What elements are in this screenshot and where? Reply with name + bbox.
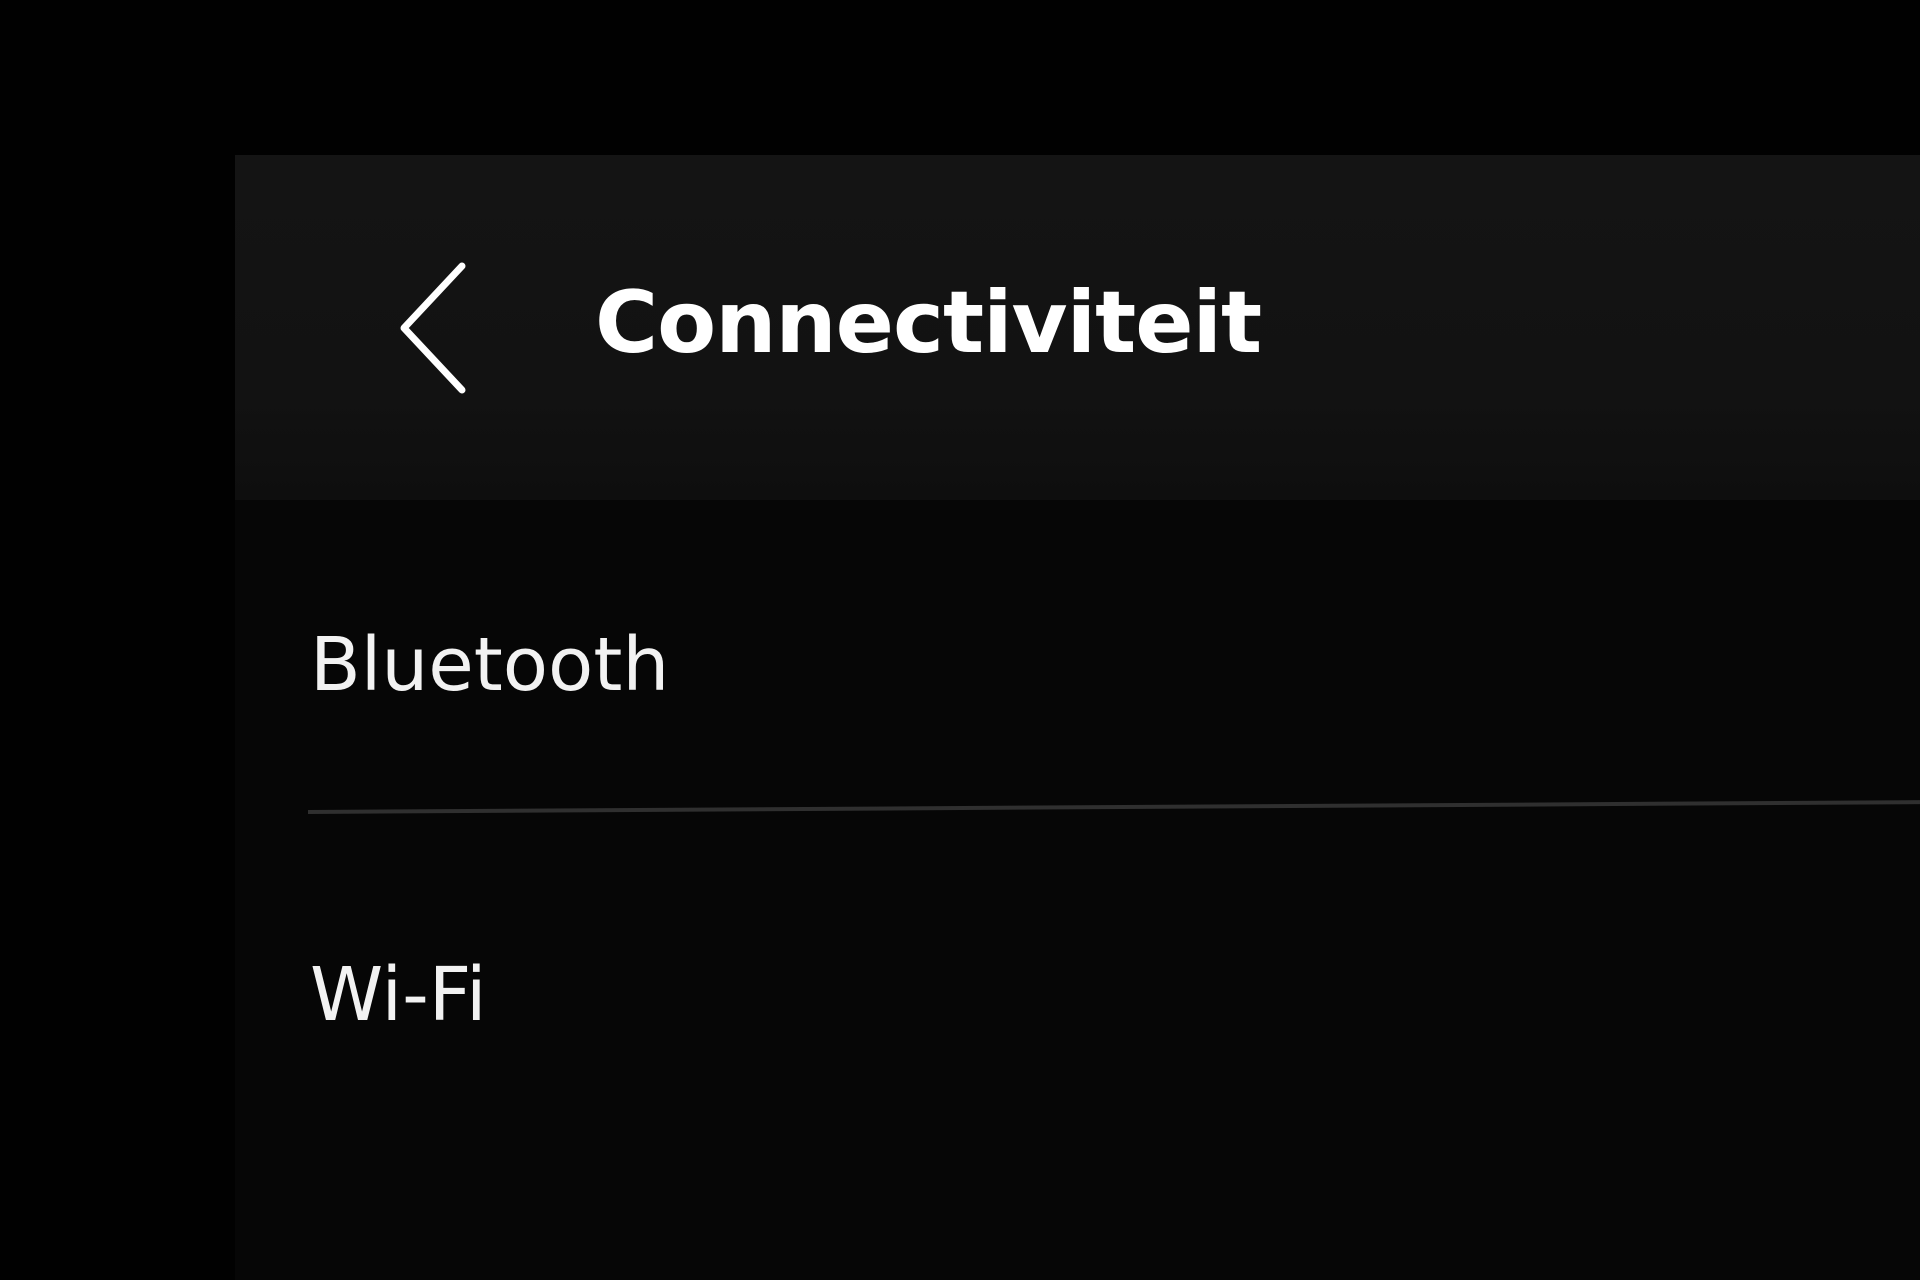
page-title: Connectiviteit	[595, 273, 1262, 373]
screen: Connectiviteit Bluetooth Wi-Fi	[0, 0, 1920, 1280]
list-item-bluetooth[interactable]: Bluetooth	[235, 500, 1920, 800]
chevron-left-icon	[390, 258, 480, 398]
left-bezel	[0, 0, 235, 1280]
list-item-label: Wi-Fi	[310, 952, 487, 1038]
list-item-wifi[interactable]: Wi-Fi	[235, 820, 1920, 1120]
top-bezel	[0, 0, 1920, 155]
back-button[interactable]	[380, 255, 490, 400]
list-item-label: Bluetooth	[310, 622, 670, 708]
